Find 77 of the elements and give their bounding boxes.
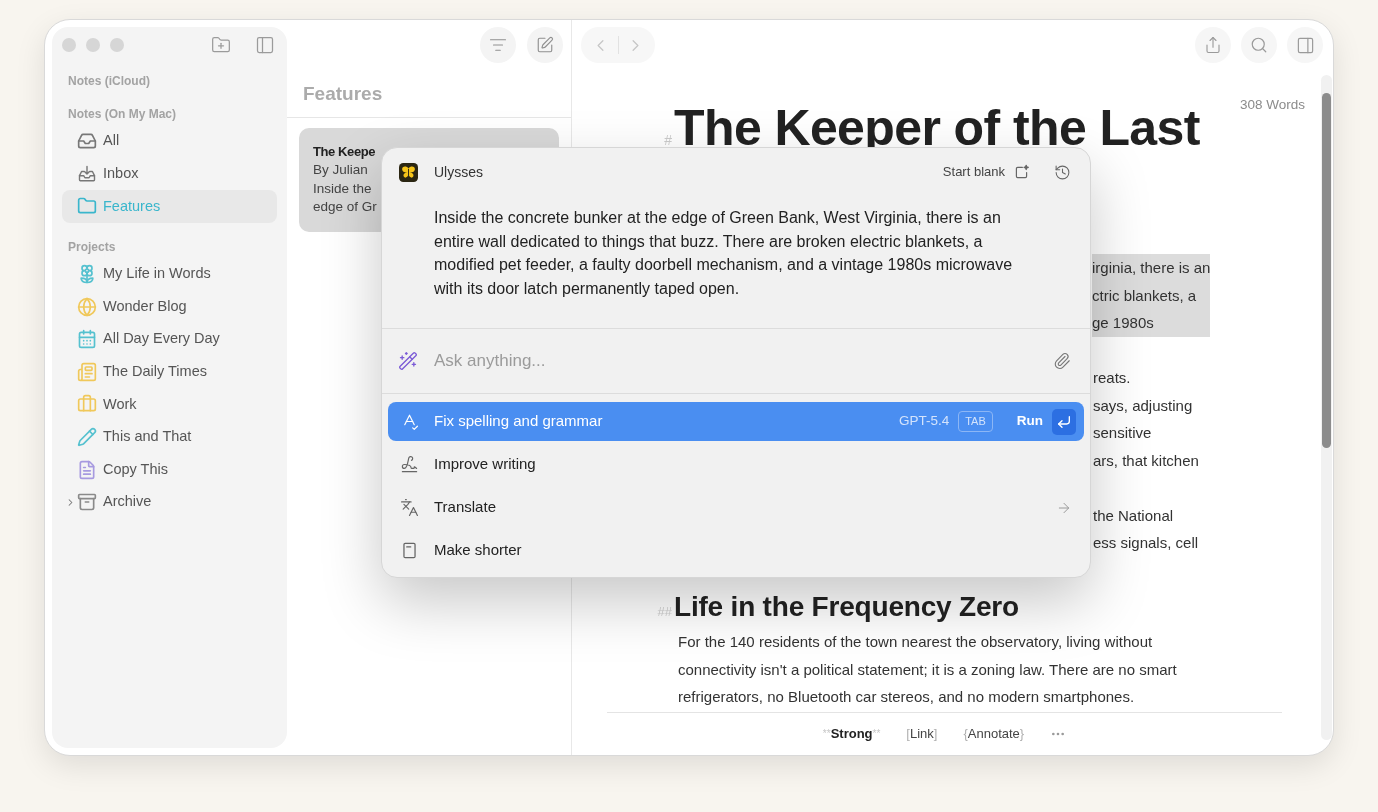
action-item[interactable]: Translate [388, 488, 1084, 527]
sidebar-item[interactable]: All [62, 125, 277, 158]
folder-icon [77, 196, 97, 217]
section-label: Notes (iCloud) [67, 73, 151, 90]
note-preview-line: edge of Gr [313, 197, 377, 216]
app-name: Ulysses [434, 162, 483, 182]
strong-format-button[interactable]: **Strong** [822, 725, 881, 743]
note-title: The Keepe [313, 143, 376, 161]
body-text-line: irginia, there is an [1092, 258, 1211, 278]
document-title: The Keeper of the Last [674, 99, 1200, 157]
sidebar-item[interactable]: Archive [62, 485, 277, 519]
body-text-line: ess signals, cell [1093, 533, 1199, 553]
sidebar-item[interactable]: All Day Every Day [62, 322, 277, 356]
history-button[interactable] [1054, 163, 1071, 181]
body-text-line: ctric blankets, a [1092, 285, 1197, 306]
sidebar-item[interactable]: The Daily Times [62, 355, 277, 389]
sidebar-toggle-button[interactable] [255, 35, 275, 55]
search-icon [1250, 36, 1268, 54]
link-format-button[interactable]: [Link] [906, 725, 938, 743]
sidebar-item[interactable]: Wonder Blog [62, 290, 277, 323]
scrollbar-thumb[interactable] [1322, 93, 1331, 448]
body-paragraph: For the 140 residents of the town nearest the observatory, living without connectivity isn't a political statement; it is a zoning law. There are no smart refrigerators, no Bluetooth car stereos, and no modern smartphones. [678, 632, 1178, 707]
history-icon [1054, 163, 1071, 181]
note-preview-line: Inside the [313, 179, 372, 198]
heading-marker: ## [656, 603, 672, 621]
note-preview-line: By Julian [313, 161, 368, 180]
list-title: Features [302, 82, 384, 106]
prompt-input[interactable]: Ask anything... [434, 348, 1041, 374]
search-button[interactable] [1241, 27, 1277, 63]
scrollbar[interactable] [1321, 75, 1332, 740]
right-panel-icon [1295, 35, 1315, 55]
sidebar-item[interactable]: Copy This [62, 453, 277, 486]
body-text-line: sensitive [1093, 423, 1152, 443]
start-blank-button[interactable]: Start blank [942, 162, 1030, 182]
sidebar-item[interactable]: Inbox [62, 157, 277, 191]
folder-plus-icon [211, 35, 231, 55]
body-text-line: the National [1093, 505, 1174, 526]
compose-icon [536, 36, 554, 54]
annotate-format-button[interactable]: {Annotate} [963, 725, 1025, 743]
app-icon [398, 162, 418, 182]
signature-icon [399, 455, 419, 474]
compose-button[interactable] [527, 27, 563, 63]
action-item[interactable]: Improve writing [388, 445, 1084, 484]
attach-button[interactable] [1053, 352, 1071, 370]
new-folder-button[interactable] [211, 35, 231, 55]
translate-icon [399, 498, 419, 517]
sidebar-item[interactable]: This and That [62, 420, 277, 454]
body-text-line: ge 1980s [1092, 313, 1154, 333]
section-label: Projects [67, 238, 117, 256]
selected-text-quote: Inside the concrete bunker at the edge of Green Bank, West Virginia, there is an entire wall dedicated to things that buzz. There are broken electric blankets, a modified pet feeder, a faulty doorbell mechanism, and a vintage 1980s microwave with its door latch permanently taped open. [434, 208, 1014, 299]
share-button[interactable] [1195, 27, 1231, 63]
section-label: Notes (On My Mac) [67, 106, 177, 123]
minimize-button[interactable] [86, 38, 100, 52]
shortcut-key: TAB [958, 411, 993, 432]
body-text-line: says, adjusting [1093, 395, 1193, 416]
body-text-line: reats. [1093, 368, 1131, 388]
zoom-button[interactable] [110, 38, 124, 52]
tray-icon [77, 131, 97, 152]
close-button[interactable] [62, 38, 76, 52]
sidebar-item[interactable]: Work [62, 388, 277, 421]
sort-lines-icon [489, 36, 507, 54]
sidebar-icon [255, 35, 275, 55]
heading-marker: # [663, 131, 672, 150]
word-count: 308 Words [1239, 97, 1305, 113]
model-label: GPT-5.4 [898, 412, 950, 431]
sort-button[interactable] [480, 27, 516, 63]
return-key-icon [1052, 408, 1076, 435]
section-heading: Life in the Frequency Zero [674, 590, 1019, 624]
new-document-sparkle-icon [1013, 163, 1030, 181]
tray-arrow-icon [77, 163, 97, 184]
action-item[interactable]: Make shorter [388, 531, 1084, 570]
body-text-line: ars, that kitchen [1093, 450, 1199, 471]
inspector-toggle-button[interactable] [1287, 27, 1323, 63]
share-icon [1204, 36, 1222, 54]
paperclip-icon [1053, 352, 1071, 370]
magic-wand-icon [398, 351, 418, 371]
sidebar-item[interactable]: My Life in Words [62, 257, 277, 291]
